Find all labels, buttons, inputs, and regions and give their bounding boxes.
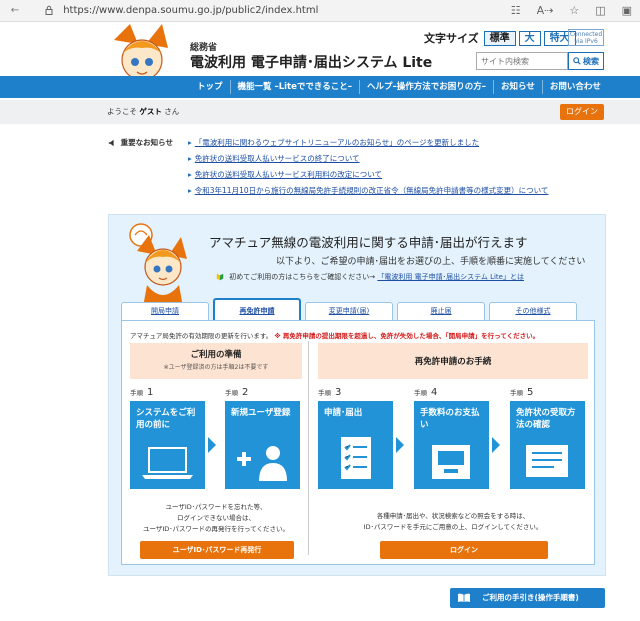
- atm-payment-icon: [432, 445, 470, 479]
- site-search: 検索: [476, 52, 604, 70]
- welcome-suffix: さん: [164, 107, 180, 116]
- notice-link[interactable]: 令和3年11月10日から施行の無線局免許手続規則の改正省令（無線局免許申請書等の…: [188, 185, 549, 201]
- tab-other-forms[interactable]: その他様式: [489, 302, 577, 320]
- notice-link[interactable]: 免許状の送料受取人払いサービス利用料の改定について: [188, 169, 548, 185]
- book-icon: [458, 593, 470, 602]
- main-navigation: トップ 機能一覧 –Liteでできること– ヘルプ–操作方法でお困りの方– お知…: [0, 76, 640, 98]
- divider: [308, 341, 309, 555]
- renewal-header: 再免許申請のお手続: [318, 343, 588, 379]
- beginner-mark-icon: [216, 273, 224, 281]
- hero-title: アマチュア無線の電波利用に関する申請･届出が行えます: [209, 235, 528, 250]
- search-icon: [573, 57, 581, 65]
- step-card-payment[interactable]: 手数料のお支払い: [414, 401, 489, 489]
- welcome-user: ゲスト: [139, 107, 162, 116]
- preparation-header: ご利用の準備 ※ユーザ登録済の方は手順2は不要です: [130, 343, 302, 379]
- font-size-selector: 文字サイズ 標準 大 特大: [424, 30, 576, 46]
- license-document-icon: [526, 445, 568, 477]
- first-time-row: 初めてご利用の方はこちらをご確認ください→ 「電波利用 電子申請･届出システム …: [216, 272, 524, 282]
- notice-list: 「電波利用に関わるウェブサイトリニューアルのお知らせ」のページを更新しました 免…: [188, 137, 549, 201]
- form-checklist-icon: [341, 437, 371, 479]
- site-header: 総務省 電波利用 電子申請･届出システム Lite 文字サイズ 標準 大 特大 …: [0, 22, 640, 98]
- hero-subtitle: 以下より、ご希望の申請･届出をお選びの上、手順を順番に実施してください: [276, 257, 586, 267]
- read-aloud-icon[interactable]: A⇢: [537, 4, 554, 17]
- user-guide-button[interactable]: ご利用の手引き(操作手順書): [450, 588, 605, 608]
- nav-item-news[interactable]: お知らせ: [492, 80, 542, 94]
- procedure-tabs: 開局申請 再免許申請 変更申請(届) 廃止届 その他様式: [121, 298, 577, 320]
- user-add-icon: [237, 446, 287, 481]
- step-label: 手順 5: [510, 387, 534, 398]
- search-button-label: 検索: [583, 56, 599, 66]
- welcome-strip: ようこそ ゲスト さん: [0, 100, 640, 124]
- renewal-warning: ※ 再免許申請の提出期限を超過し、免許が失効した場合、「開局申請」を行ってくださ…: [274, 332, 540, 340]
- search-input[interactable]: [476, 52, 568, 70]
- reissue-note: ユーザID･パスワードを忘れた等、 ログインできない場合は、 ユーザID･パスワ…: [142, 503, 290, 533]
- translate-icon[interactable]: ☷: [511, 4, 521, 17]
- lock-icon: [45, 5, 53, 15]
- step-label: 手順 3: [318, 387, 342, 398]
- search-button[interactable]: 検索: [568, 52, 604, 70]
- url-field[interactable]: https://www.denpa.soumu.go.jp/public2/in…: [44, 5, 511, 16]
- notice-link[interactable]: 「電波利用に関わるウェブサイトリニューアルのお知らせ」のページを更新しました: [188, 137, 548, 153]
- notice-heading: 重要なお知らせ: [108, 137, 173, 148]
- laptop-icon: [142, 447, 193, 479]
- tab-new-station[interactable]: 開局申請: [121, 302, 209, 320]
- nav-item-top[interactable]: トップ: [190, 80, 230, 94]
- first-time-text: 初めてご利用の方はこちらをご確認ください→: [229, 273, 376, 281]
- login-button[interactable]: ログイン: [380, 541, 548, 559]
- tab-abolition[interactable]: 廃止届: [397, 302, 485, 320]
- nav-item-contact[interactable]: お問い合わせ: [541, 80, 608, 94]
- step-label: 手順 1: [130, 387, 154, 398]
- step-card-apply[interactable]: 申請･届出: [318, 401, 393, 489]
- collections-icon[interactable]: ▣: [622, 4, 632, 17]
- step-card-license[interactable]: 免許状の受取方法の確認: [510, 401, 585, 489]
- login-note: 各種申請･届出や、状況検索などの照会をする時は、 ID･パスワードを手元にご用意…: [363, 512, 543, 531]
- browser-address-bar: ← https://www.denpa.soumu.go.jp/public2/…: [0, 0, 640, 22]
- nav-item-features[interactable]: 機能一覧 –Liteでできること–: [229, 80, 359, 94]
- font-size-label: 文字サイズ: [424, 32, 479, 45]
- back-icon[interactable]: ←: [8, 5, 22, 16]
- tab-content: アマチュア局免許の有効期限の更新を行います。 ※ 再免許申請の提出期限を超過し、…: [121, 320, 595, 565]
- reissue-password-button[interactable]: ユーザID･パスワード再発行: [140, 541, 294, 559]
- nav-item-help[interactable]: ヘルプ–操作方法でお困りの方–: [358, 80, 493, 94]
- step-card-new-user[interactable]: 新規ユーザ登録: [225, 401, 300, 489]
- welcome-prefix: ようこそ: [107, 107, 137, 116]
- url-text: https://www.denpa.soumu.go.jp/public2/in…: [63, 5, 319, 16]
- favorite-icon[interactable]: ☆: [569, 4, 579, 17]
- login-button-header[interactable]: ログイン: [560, 104, 604, 120]
- mascot-character-icon: [129, 223, 187, 307]
- about-lite-link[interactable]: 「電波利用 電子申請･届出システム Lite」とは: [377, 273, 524, 281]
- font-size-large-button[interactable]: 大: [518, 30, 541, 46]
- arrow-icon: [208, 437, 216, 453]
- megaphone-icon: [108, 139, 114, 147]
- arrow-icon: [492, 437, 500, 453]
- step-label: 手順 2: [225, 387, 249, 398]
- ipv6-badge: Connected via IPv6: [568, 29, 604, 46]
- main-panel: アマチュア無線の電波利用に関する申請･届出が行えます 以下より、ご希望の申請･届…: [108, 214, 606, 576]
- step-card-before-use[interactable]: システムをご利用の前に: [130, 401, 205, 489]
- tab-renewal[interactable]: 再免許申請: [213, 298, 301, 320]
- split-icon[interactable]: ◫: [595, 4, 605, 17]
- notice-link[interactable]: 免許状の送料受取人払いサービスの終了について: [188, 153, 548, 169]
- user-guide-label: ご利用の手引き(操作手順書): [482, 593, 579, 602]
- tab-change[interactable]: 変更申請(届): [305, 302, 393, 320]
- font-size-normal-button[interactable]: 標準: [483, 30, 516, 46]
- step-label: 手順 4: [414, 387, 438, 398]
- content-intro: アマチュア局免許の有効期限の更新を行います。 ※ 再免許申請の提出期限を超過し、…: [130, 332, 540, 340]
- page-title[interactable]: 電波利用 電子申請･届出システム Lite: [190, 52, 432, 72]
- arrow-icon: [396, 437, 404, 453]
